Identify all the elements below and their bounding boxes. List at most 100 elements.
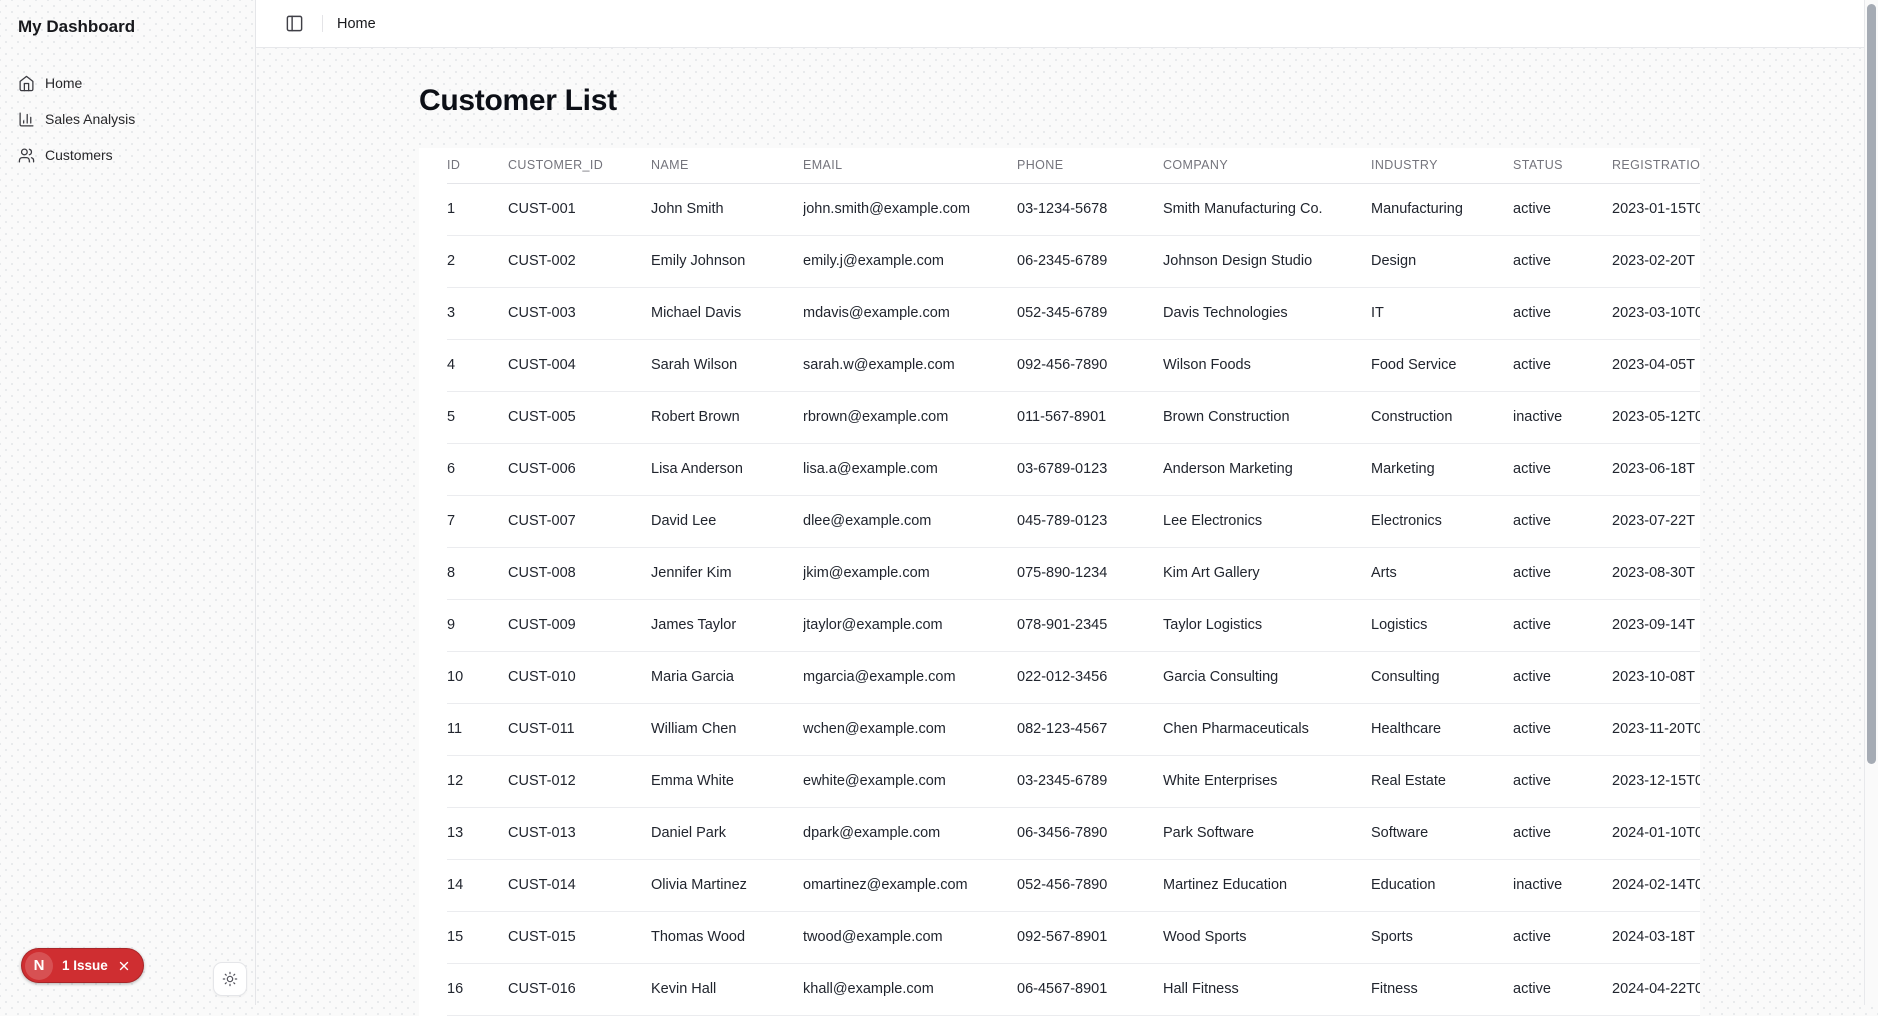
table-cell: 15 bbox=[447, 911, 508, 963]
table-cell: 2023-08-30T bbox=[1612, 547, 1700, 599]
table-cell: 2023-06-18T bbox=[1612, 443, 1700, 495]
table-cell: Jennifer Kim bbox=[651, 547, 803, 599]
table-cell: active bbox=[1513, 807, 1612, 859]
table-cell: 5 bbox=[447, 391, 508, 443]
table-row: 13CUST-013Daniel Parkdpark@example.com06… bbox=[447, 807, 1700, 859]
close-icon[interactable] bbox=[117, 959, 131, 973]
column-header: COMPANY bbox=[1163, 148, 1371, 183]
table-cell: 4 bbox=[447, 339, 508, 391]
breadcrumb: Home bbox=[337, 16, 376, 32]
table-row: 9CUST-009James Taylorjtaylor@example.com… bbox=[447, 599, 1700, 651]
table-row: 8CUST-008Jennifer Kimjkim@example.com075… bbox=[447, 547, 1700, 599]
column-header: EMAIL bbox=[803, 148, 1017, 183]
table-cell: active bbox=[1513, 651, 1612, 703]
sidebar-toggle-button[interactable] bbox=[280, 10, 308, 38]
table-cell: 2024-04-22T0 bbox=[1612, 963, 1700, 1015]
table-cell: Taylor Logistics bbox=[1163, 599, 1371, 651]
table-cell: active bbox=[1513, 339, 1612, 391]
table-cell: IT bbox=[1371, 287, 1513, 339]
scrollbar-thumb[interactable] bbox=[1867, 4, 1876, 764]
table-cell: Electronics bbox=[1371, 495, 1513, 547]
table-cell: Healthcare bbox=[1371, 703, 1513, 755]
table-cell: Marketing bbox=[1371, 443, 1513, 495]
table-cell: 2024-03-18T bbox=[1612, 911, 1700, 963]
table-cell: mgarcia@example.com bbox=[803, 651, 1017, 703]
table-cell: Anderson Marketing bbox=[1163, 443, 1371, 495]
theme-toggle-button[interactable] bbox=[213, 962, 247, 996]
column-header: ID bbox=[447, 148, 508, 183]
table-cell: dlee@example.com bbox=[803, 495, 1017, 547]
table-cell: 082-123-4567 bbox=[1017, 703, 1163, 755]
table-row: 16CUST-016Kevin Hallkhall@example.com06-… bbox=[447, 963, 1700, 1015]
table-cell: Garcia Consulting bbox=[1163, 651, 1371, 703]
sidebar: My Dashboard Home Sales Analysis Custome… bbox=[0, 0, 256, 1005]
table-cell: 2023-10-08T bbox=[1612, 651, 1700, 703]
table-cell: Hall Fitness bbox=[1163, 963, 1371, 1015]
table-cell: 2023-04-05T bbox=[1612, 339, 1700, 391]
table-row: 6CUST-006Lisa Andersonlisa.a@example.com… bbox=[447, 443, 1700, 495]
table-cell: Martinez Education bbox=[1163, 859, 1371, 911]
table-cell: active bbox=[1513, 755, 1612, 807]
table-row: 2CUST-002Emily Johnsonemily.j@example.co… bbox=[447, 235, 1700, 287]
table-body: 1CUST-001John Smithjohn.smith@example.co… bbox=[447, 183, 1700, 1015]
devtools-issue-badge[interactable]: N 1 Issue bbox=[21, 948, 144, 983]
panel-left-icon bbox=[285, 14, 304, 33]
table-cell: 8 bbox=[447, 547, 508, 599]
top-bar: Home bbox=[256, 0, 1878, 48]
table-cell: Fitness bbox=[1371, 963, 1513, 1015]
table-cell: active bbox=[1513, 235, 1612, 287]
table-cell: khall@example.com bbox=[803, 963, 1017, 1015]
table-row: 5CUST-005Robert Brownrbrown@example.com0… bbox=[447, 391, 1700, 443]
issue-count-label: 1 Issue bbox=[62, 958, 108, 973]
table-cell: dpark@example.com bbox=[803, 807, 1017, 859]
table-cell: Kevin Hall bbox=[651, 963, 803, 1015]
table-row: 1CUST-001John Smithjohn.smith@example.co… bbox=[447, 183, 1700, 235]
table-cell: 2024-01-10T0 bbox=[1612, 807, 1700, 859]
sidebar-item-home[interactable]: Home bbox=[18, 65, 255, 101]
sidebar-item-customers[interactable]: Customers bbox=[18, 137, 255, 173]
nextjs-logo-icon: N bbox=[25, 952, 53, 980]
table-cell: Manufacturing bbox=[1371, 183, 1513, 235]
table-row: 10CUST-010Maria Garciamgarcia@example.co… bbox=[447, 651, 1700, 703]
table-cell: 2023-12-15T0 bbox=[1612, 755, 1700, 807]
table-cell: Davis Technologies bbox=[1163, 287, 1371, 339]
customer-table: IDCUSTOMER_IDNAMEEMAILPHONECOMPANYINDUST… bbox=[447, 148, 1700, 1016]
table-cell: Logistics bbox=[1371, 599, 1513, 651]
sidebar-item-label: Sales Analysis bbox=[45, 111, 135, 127]
table-cell: CUST-001 bbox=[508, 183, 651, 235]
table-cell: wchen@example.com bbox=[803, 703, 1017, 755]
table-cell: Michael Davis bbox=[651, 287, 803, 339]
table-cell: CUST-007 bbox=[508, 495, 651, 547]
table-cell: CUST-008 bbox=[508, 547, 651, 599]
sidebar-item-sales-analysis[interactable]: Sales Analysis bbox=[18, 101, 255, 137]
table-cell: active bbox=[1513, 963, 1612, 1015]
table-cell: CUST-004 bbox=[508, 339, 651, 391]
column-header: CUSTOMER_ID bbox=[508, 148, 651, 183]
table-cell: 16 bbox=[447, 963, 508, 1015]
table-cell: Johnson Design Studio bbox=[1163, 235, 1371, 287]
column-header: PHONE bbox=[1017, 148, 1163, 183]
table-cell: 9 bbox=[447, 599, 508, 651]
table-row: 11CUST-011William Chenwchen@example.com0… bbox=[447, 703, 1700, 755]
column-header: REGISTRATION bbox=[1612, 148, 1700, 183]
table-head-row: IDCUSTOMER_IDNAMEEMAILPHONECOMPANYINDUST… bbox=[447, 148, 1700, 183]
page-content: Customer List IDCUSTOMER_IDNAMEEMAILPHON… bbox=[256, 48, 1878, 1016]
table-cell: 2023-07-22T bbox=[1612, 495, 1700, 547]
table-cell: 6 bbox=[447, 443, 508, 495]
table-cell: 06-3456-7890 bbox=[1017, 807, 1163, 859]
table-row: 7CUST-007David Leedlee@example.com045-78… bbox=[447, 495, 1700, 547]
table-cell: 011-567-8901 bbox=[1017, 391, 1163, 443]
table-cell: CUST-006 bbox=[508, 443, 651, 495]
table-cell: CUST-014 bbox=[508, 859, 651, 911]
table-cell: CUST-016 bbox=[508, 963, 651, 1015]
table-cell: 092-456-7890 bbox=[1017, 339, 1163, 391]
table-cell: 11 bbox=[447, 703, 508, 755]
table-cell: active bbox=[1513, 495, 1612, 547]
table-cell: mdavis@example.com bbox=[803, 287, 1017, 339]
table-cell: Maria Garcia bbox=[651, 651, 803, 703]
table-cell: inactive bbox=[1513, 391, 1612, 443]
table-cell: 14 bbox=[447, 859, 508, 911]
table-cell: Robert Brown bbox=[651, 391, 803, 443]
vertical-scrollbar[interactable] bbox=[1864, 0, 1878, 1005]
app-window: My Dashboard Home Sales Analysis Custome… bbox=[0, 0, 1878, 1005]
